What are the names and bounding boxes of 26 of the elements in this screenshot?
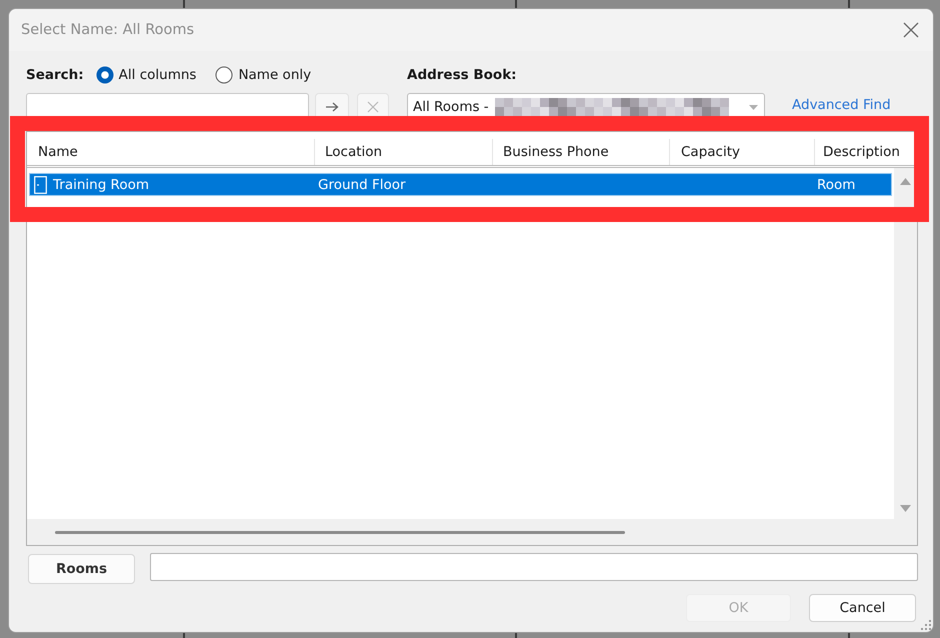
window-title: Select Name: All Rooms <box>21 22 194 38</box>
address-book-value: All Rooms - <box>413 99 489 115</box>
caret-icon <box>749 104 758 110</box>
scroll-down-icon[interactable] <box>900 505 911 512</box>
table-cell: Training Room <box>53 176 150 192</box>
arrow-right-icon <box>326 102 338 112</box>
scrollbar-thumb[interactable] <box>55 530 625 534</box>
search-label: Search: <box>26 67 84 83</box>
table-cell: Ground Floor <box>318 176 406 192</box>
cancel-button[interactable]: Cancel <box>809 594 916 622</box>
advanced-find-link[interactable]: Advanced Find <box>792 97 891 113</box>
rooms-button[interactable]: Rooms <box>28 554 135 584</box>
close-icon <box>903 22 919 38</box>
resize-grip-icon[interactable] <box>921 620 931 630</box>
radio-option[interactable]: Name only <box>215 66 312 84</box>
radio-option[interactable]: All columns <box>96 66 196 84</box>
address-book-label: Address Book: <box>407 67 517 83</box>
scroll-up-icon[interactable] <box>900 178 911 185</box>
close-icon <box>367 101 379 113</box>
horizontal-scrollbar[interactable] <box>27 519 917 545</box>
vertical-scrollbar[interactable] <box>894 168 917 519</box>
selected-name-field[interactable] <box>150 553 918 581</box>
table-cell: Room <box>817 176 856 192</box>
table-row[interactable]: Training Room Ground Floor Room <box>29 173 892 196</box>
close-button[interactable] <box>902 21 920 39</box>
door-icon <box>34 176 47 194</box>
